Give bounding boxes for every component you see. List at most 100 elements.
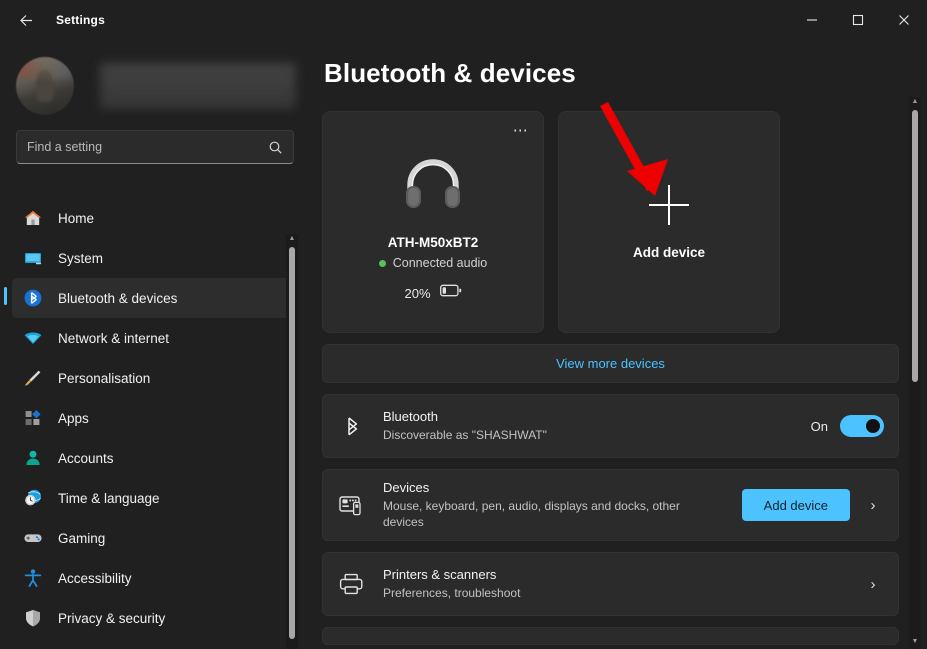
printers-row-controls: ›	[862, 576, 884, 593]
printers-row-title: Printers & scanners	[383, 567, 862, 582]
account-profile[interactable]	[0, 40, 310, 118]
sidebar-item-time-language[interactable]: Time & language	[12, 478, 296, 518]
chevron-right-icon[interactable]: ›	[862, 576, 884, 593]
view-more-devices-panel[interactable]: View more devices	[322, 344, 899, 383]
plus-icon	[649, 185, 689, 225]
minimize-button[interactable]	[789, 0, 835, 40]
sidebar-item-apps[interactable]: Apps	[12, 398, 296, 438]
devices-icon	[337, 493, 367, 517]
add-device-card-label: Add device	[633, 245, 705, 260]
printers-row-text: Printers & scanners Preferences, trouble…	[383, 557, 862, 611]
close-icon	[898, 14, 910, 26]
system-monitor-icon	[22, 247, 44, 269]
sidebar-item-label: Gaming	[58, 531, 105, 546]
search-icon[interactable]	[268, 140, 293, 155]
account-name-redacted	[100, 63, 296, 109]
page-title: Bluetooth & devices	[322, 40, 909, 89]
sidebar-item-label: Network & internet	[58, 331, 169, 346]
window-controls	[789, 0, 927, 40]
sidebar-item-label: Privacy & security	[58, 611, 165, 626]
sidebar-scrollbar[interactable]: ▲ ▼	[286, 234, 298, 649]
account-person-icon	[22, 447, 44, 469]
bluetooth-icon	[22, 287, 44, 309]
headphones-icon	[402, 158, 464, 215]
wifi-icon	[22, 327, 44, 349]
sidebar-item-network-internet[interactable]: Network & internet	[12, 318, 296, 358]
printers-row[interactable]: Printers & scanners Preferences, trouble…	[323, 553, 898, 615]
sidebar-item-accounts[interactable]: Accounts	[12, 438, 296, 478]
sidebar-item-gaming[interactable]: Gaming	[12, 518, 296, 558]
maximize-icon	[852, 14, 864, 26]
chevron-right-icon[interactable]: ›	[862, 497, 884, 514]
devices-row-title: Devices	[383, 480, 742, 495]
maximize-button[interactable]	[835, 0, 881, 40]
battery-row: 20%	[404, 284, 461, 302]
devices-row-subtitle: Mouse, keyboard, pen, audio, displays an…	[383, 498, 693, 530]
sidebar-item-label: Personalisation	[58, 371, 150, 386]
sidebar-item-label: Home	[58, 211, 94, 226]
bluetooth-icon	[337, 413, 367, 439]
sidebar: Home System	[0, 40, 310, 649]
toggle-knob	[866, 419, 880, 433]
scroll-up-arrow-icon[interactable]: ▲	[289, 234, 296, 246]
main-scrollbar-thumb[interactable]	[912, 110, 918, 382]
clock-globe-icon	[22, 487, 44, 509]
battery-percent: 20%	[404, 286, 430, 301]
scroll-down-arrow-icon[interactable]: ▼	[912, 637, 919, 649]
sidebar-item-personalisation[interactable]: Personalisation	[12, 358, 296, 398]
bluetooth-row[interactable]: Bluetooth Discoverable as "SHASHWAT" On	[323, 395, 898, 457]
apps-icon	[22, 407, 44, 429]
bluetooth-row-text: Bluetooth Discoverable as "SHASHWAT"	[383, 399, 811, 453]
next-setting-panel-partial[interactable]	[322, 627, 899, 645]
sidebar-item-label: Accessibility	[58, 571, 132, 586]
devices-row-controls: Add device ›	[742, 489, 884, 521]
bluetooth-row-controls: On	[811, 415, 884, 437]
sidebar-item-system[interactable]: System	[12, 238, 296, 278]
main-scrollbar[interactable]: ▲ ▼	[909, 97, 921, 649]
app-title: Settings	[56, 13, 105, 27]
device-name: ATH-M50xBT2	[388, 235, 479, 250]
avatar	[16, 57, 74, 115]
sidebar-item-privacy-security[interactable]: Privacy & security	[12, 598, 296, 638]
more-options-ellipsis-icon[interactable]: ⋯	[507, 118, 535, 142]
minimize-icon	[806, 14, 818, 26]
bluetooth-toggle-label: On	[811, 419, 828, 434]
search-container	[0, 118, 310, 164]
gamepad-icon	[22, 527, 44, 549]
settings-window: Settings	[0, 0, 927, 649]
close-button[interactable]	[881, 0, 927, 40]
devices-row-text: Devices Mouse, keyboard, pen, audio, dis…	[383, 470, 742, 540]
printer-icon	[337, 573, 367, 595]
home-icon	[22, 207, 44, 229]
view-more-devices-link[interactable]: View more devices	[323, 345, 898, 382]
device-cards-row: ⋯ ATH-M50xBT2 Connected audio	[322, 111, 909, 333]
paintbrush-icon	[22, 367, 44, 389]
search-input[interactable]	[17, 140, 268, 154]
back-button[interactable]	[6, 4, 46, 36]
search-box[interactable]	[16, 130, 294, 164]
back-arrow-icon	[18, 12, 35, 29]
device-status: Connected audio	[379, 256, 488, 270]
sidebar-item-label: Bluetooth & devices	[58, 291, 177, 306]
sidebar-item-home[interactable]: Home	[12, 198, 296, 238]
sidebar-item-bluetooth-devices[interactable]: Bluetooth & devices	[12, 278, 296, 318]
sidebar-item-label: Apps	[58, 411, 89, 426]
sidebar-item-accessibility[interactable]: Accessibility	[12, 558, 296, 598]
accessibility-person-icon	[22, 567, 44, 589]
scroll-up-arrow-icon[interactable]: ▲	[912, 97, 919, 109]
bluetooth-toggle[interactable]	[840, 415, 884, 437]
shield-icon	[22, 607, 44, 629]
add-device-card[interactable]: Add device	[558, 111, 780, 333]
printers-setting-panel: Printers & scanners Preferences, trouble…	[322, 552, 899, 616]
devices-row[interactable]: Devices Mouse, keyboard, pen, audio, dis…	[323, 470, 898, 540]
bluetooth-row-subtitle: Discoverable as "SHASHWAT"	[383, 427, 693, 443]
bluetooth-row-title: Bluetooth	[383, 409, 811, 424]
sidebar-item-label: Accounts	[58, 451, 114, 466]
sidebar-nav: Home System	[0, 198, 310, 649]
add-device-button[interactable]: Add device	[742, 489, 850, 521]
sidebar-scrollbar-thumb[interactable]	[289, 247, 295, 639]
connected-device-card[interactable]: ⋯ ATH-M50xBT2 Connected audio	[322, 111, 544, 333]
bluetooth-setting-panel: Bluetooth Discoverable as "SHASHWAT" On	[322, 394, 899, 458]
sidebar-item-label: System	[58, 251, 103, 266]
status-dot-icon	[379, 260, 386, 267]
